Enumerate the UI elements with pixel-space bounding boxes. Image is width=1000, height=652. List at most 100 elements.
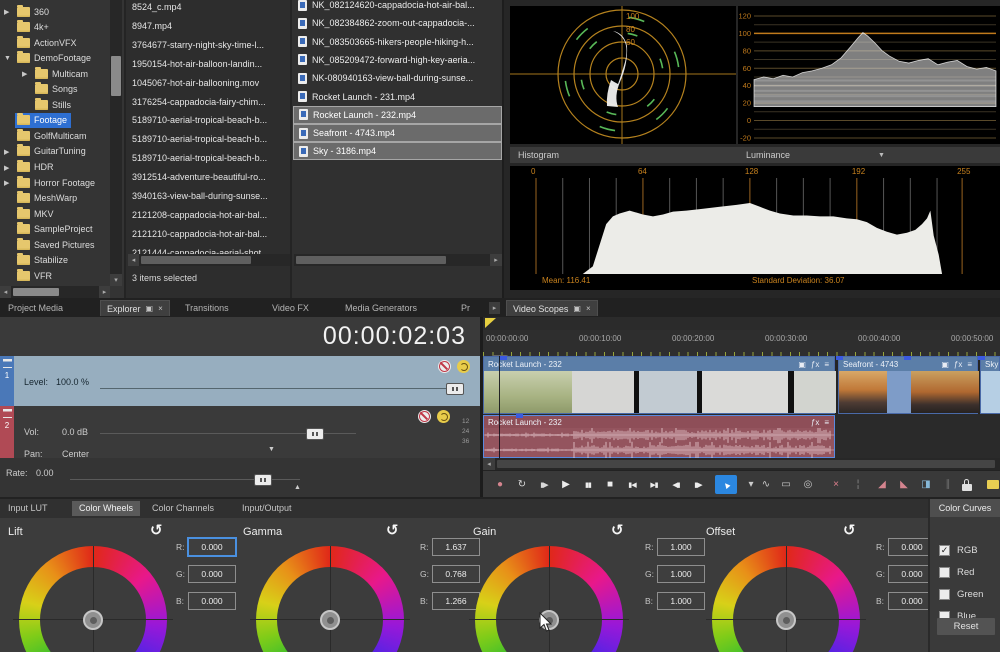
offset-g-input[interactable]: 0.000 [888,565,928,583]
tree-item-saved-pictures[interactable]: Saved Pictures [0,237,108,253]
tree-item-stabilize[interactable]: Stabilize [0,253,108,269]
audio-event-rocket-launch-232[interactable]: Rocket Launch - 232ƒx≡ [483,415,835,458]
tree-item-footage[interactable]: Footage [0,113,108,129]
media-item-sky-3186-mp4[interactable]: Sky - 3186.mp4 [293,142,502,160]
timeline-scrollbar-thumb[interactable] [497,460,995,468]
previous-frame-button[interactable]: ◀▮ [666,475,686,494]
go-to-start-button[interactable]: ▮◀ [622,475,642,494]
tree-item-mkv[interactable]: MKV [0,206,108,222]
tree-scroll-right-button[interactable]: ▸ [99,286,110,298]
checked-checkbox[interactable]: ✓ [939,545,950,556]
close-icon[interactable]: × [158,301,163,317]
gain-reset-button[interactable]: ↺ [611,521,624,539]
file-list-scroll-left-button[interactable]: ◂ [128,254,139,266]
level-slider[interactable] [100,388,456,389]
tree-item-hdr[interactable]: ▶HDR [0,160,108,176]
offset-wheel-puck[interactable] [776,610,796,630]
tree-item-songs[interactable]: Songs [0,82,108,98]
tree-collapse-arrow-icon[interactable]: ▼ [4,55,11,62]
track-menu-icon[interactable] [3,359,12,368]
unchecked-checkbox[interactable] [939,567,950,578]
stop-button[interactable]: ■ [600,475,620,494]
rate-center-marker[interactable]: ▲ [294,484,301,491]
tree-vertical-scrollbar[interactable] [110,0,122,286]
record-button[interactable]: ● [490,475,510,494]
play-from-start-button[interactable]: ▮▶ [534,475,554,494]
track-mute-button[interactable] [418,410,431,423]
unchecked-checkbox[interactable] [939,589,950,600]
gain-r-input[interactable]: 1.000 [657,538,705,556]
tree-item-4k[interactable]: 4k+ [0,20,108,36]
tree-item-meshwarp[interactable]: MeshWarp [0,191,108,207]
curves-option-rgb[interactable]: ✓RGB [939,543,978,557]
scope-mode-dropdown-left[interactable]: Histogram [510,147,744,163]
file-list-scrollbar-thumb[interactable] [141,256,251,264]
rate-slider-handle[interactable] [254,474,272,486]
gamma-wheel-puck[interactable] [320,610,340,630]
track-menu-icon[interactable] [3,409,12,418]
normal-edit-tool-button[interactable]: ▲ [715,475,737,494]
lift-b-input[interactable]: 0.000 [188,592,236,610]
tree-item-golfmulticam[interactable]: GolfMulticam [0,128,108,144]
play-button[interactable]: ▶ [556,475,576,494]
crossfade-button[interactable]: ◨ [916,475,936,494]
curves-option-red[interactable]: Red [939,565,974,579]
event-menu-icon[interactable]: ≡ [967,360,972,369]
insert-marker-icon[interactable] [983,475,1000,494]
event-fade-left-button[interactable]: ◢ [872,475,892,494]
file-item-1950154-hot-air-balloon-landin[interactable]: 1950154-hot-air-balloon-landin... [128,55,290,74]
track-automation-button[interactable] [437,410,450,423]
project-marker-flag-icon[interactable] [485,318,496,328]
lift-g-input[interactable]: 0.000 [188,565,236,583]
tree-item-actionvfx[interactable]: ActionVFX [0,35,108,51]
tree-expand-arrow-icon[interactable]: ▶ [22,70,27,78]
tree-item-360[interactable]: ▶360 [0,4,108,20]
lift-reset-button[interactable]: ↺ [150,521,163,539]
file-item-1045067-hot-air-ballooning-mov[interactable]: 1045067-hot-air-ballooning.mov [128,74,290,93]
timeline-horizontal-scrollbar[interactable]: ◂ [483,458,1000,470]
loop-playback-button[interactable]: ↻ [512,475,532,494]
media-item-rocket-launch-231-mp4[interactable]: Rocket Launch - 231.mp4 [293,88,502,106]
event-fx-icon[interactable]: ƒx [811,418,819,427]
tab-explorer[interactable]: Explorer▣× [100,300,170,316]
tab-scroll-right-button[interactable]: ▸ [489,302,500,314]
gamma-r-input[interactable]: 1.637 [432,538,480,556]
media-item-seafront-4743-mp4[interactable]: Seafront - 4743.mp4 [293,124,502,142]
tree-expand-arrow-icon[interactable]: ▶ [4,148,9,156]
tree-item-demofootage[interactable]: ▼DemoFootage [0,51,108,67]
lift-r-input[interactable]: 0.000 [188,538,236,556]
media-list-scrollbar-thumb[interactable] [296,256,446,264]
tree-item-multicam[interactable]: ▶Multicam [0,66,108,82]
delete-button[interactable]: × [826,475,846,494]
level-slider-handle[interactable] [446,383,464,395]
event-fade-right-button[interactable]: ◣ [894,475,914,494]
offset-reset-button[interactable]: ↺ [843,521,856,539]
go-to-end-button[interactable]: ▶▮ [644,475,664,494]
file-item-3176254-cappadocia-fairy-chim[interactable]: 3176254-cappadocia-fairy-chim... [128,93,290,112]
tab-project-media[interactable]: Project Media [8,300,63,316]
file-item-8947-mp4[interactable]: 8947.mp4 [128,17,290,36]
gamma-b-input[interactable]: 1.266 [432,592,480,610]
volume-slider-handle[interactable] [306,428,324,440]
file-item-5189710-aerial-tropical-beach-b[interactable]: 5189710-aerial-tropical-beach-b... [128,130,290,149]
file-item-2121210-cappadocia-hot-air-bal[interactable]: 2121210-cappadocia-hot-air-bal... [128,225,290,244]
auto-ripple-button[interactable]: ∥ [938,475,958,494]
close-icon[interactable]: × [586,301,591,317]
undock-icon[interactable]: ▣ [573,301,581,317]
tree-expand-arrow-icon[interactable]: ▶ [4,179,9,187]
tree-scroll-left-button[interactable]: ◂ [0,286,11,298]
media-item-nk-080940163-view-ball-during-sunse[interactable]: NK-080940163-view-ball-during-sunse... [293,69,502,87]
tree-expand-arrow-icon[interactable]: ▶ [4,8,9,16]
lock-icon[interactable] [957,475,977,494]
track-mute-button[interactable] [438,360,451,373]
video-event-seafront-4743[interactable]: Seafront - 4743▣ƒx≡ [838,356,978,414]
pan-crop-icon[interactable]: ▣ [941,360,949,369]
timeline-scroll-left-button[interactable]: ◂ [483,458,495,470]
zoom-edit-tool-button[interactable]: ◎ [798,475,818,494]
tree-item-stills[interactable]: Stills [0,97,108,113]
tab-pr[interactable]: Pr [461,300,470,316]
event-menu-icon[interactable]: ≡ [824,418,829,427]
gain-g-input[interactable]: 1.000 [657,565,705,583]
media-item-nk-083503665-hikers-people-hiking-h[interactable]: NK_083503665-hikers-people-hiking-h... [293,33,502,51]
file-item-2121208-cappadocia-hot-air-bal[interactable]: 2121208-cappadocia-hot-air-bal... [128,206,290,225]
